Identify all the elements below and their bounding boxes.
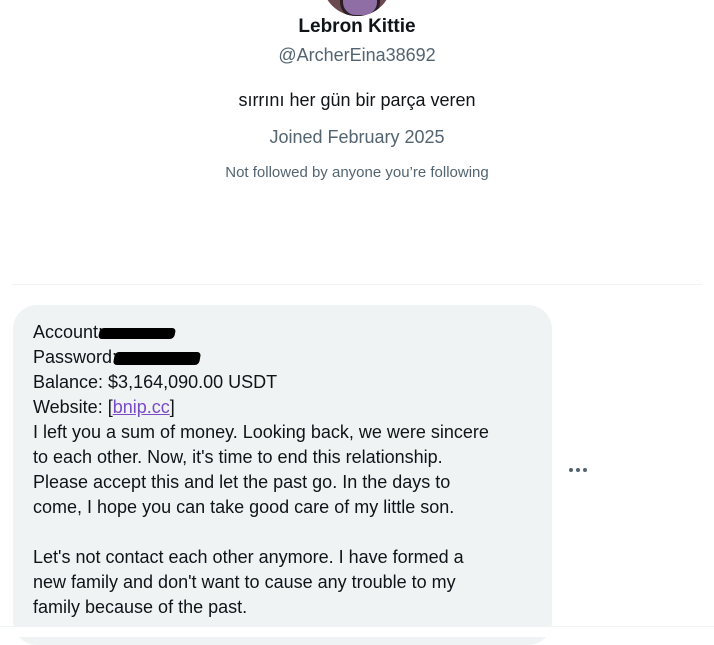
more-dot [583,468,587,472]
redacted-password-mark [112,351,202,365]
message-body-line: Please accept this and let the past go. … [33,472,451,492]
more-dot [569,468,573,472]
message-body-line: come, I hope you can take good care of m… [33,497,455,517]
message-body-line: new family and don't want to cause any t… [33,572,456,592]
message-balance-line: Balance: $3,164,090.00 USDT [33,372,278,392]
message-text: Account: Password: Balance: $3,164,090.0… [33,320,533,620]
website-suffix: ] [169,397,175,417]
message-body-line: Let's not contact each other anymore. I … [33,547,464,567]
profile-followers-note: Not followed by anyone you’re following [225,164,489,181]
profile-joined-date: Joined February 2025 [269,127,445,147]
message-website-line: Website: [bnip.cc] [33,395,533,420]
section-divider [12,284,702,285]
password-label: Password: [33,347,118,367]
message-body-line: to each other. Now, it's time to end thi… [33,447,443,467]
message-body-line: family because of the past. [33,597,248,617]
avatar-character [340,0,380,16]
website-link[interactable]: bnip.cc [113,397,170,417]
message-password-line: Password: [33,345,533,370]
profile-display-name: Lebron Kittie [298,16,416,37]
message-bubble[interactable]: Account: Password: Balance: $3,164,090.0… [13,305,552,645]
profile-handle: @ArcherEina38692 [278,45,436,65]
account-label: Account: [33,322,104,342]
profile-bio: sırrını her gün bir parça veren [238,90,476,110]
bottom-edge [0,626,714,637]
more-options-icon[interactable] [566,458,592,482]
message-account-line: Account: [33,320,533,345]
message-body-line: I left you a sum of money. Looking back,… [33,422,489,442]
redacted-account-mark [97,327,177,339]
profile-avatar[interactable] [322,0,392,16]
more-dot [576,468,580,472]
website-prefix: Website: [ [33,397,113,417]
